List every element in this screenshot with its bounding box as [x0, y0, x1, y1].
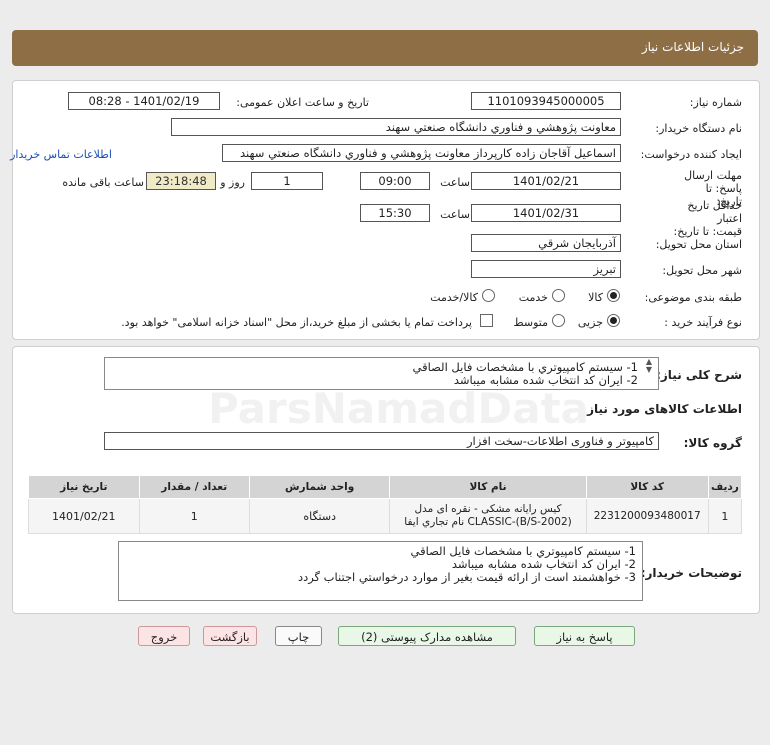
col-date: تاریخ نیاز: [28, 475, 140, 499]
price-validity-time[interactable]: 15:30: [360, 204, 430, 222]
page-header: جزئیات اطلاعات نیاز: [12, 30, 758, 66]
cell-row: 1: [707, 498, 743, 534]
reply-button[interactable]: پاسخ به نیاز: [534, 626, 635, 646]
summary-scroll-icon[interactable]: ▲ ▼: [646, 358, 652, 374]
buyer-notes-label: توضیحات خریدار:: [640, 566, 742, 580]
price-validity-date[interactable]: 1401/02/31: [471, 204, 621, 222]
col-row: ردیف: [707, 475, 743, 499]
response-days-field[interactable]: 1: [251, 172, 323, 190]
goods-table: ردیف کد کالا نام کالا واحد شمارش تعداد /…: [28, 475, 743, 534]
category-goods-radio[interactable]: [607, 289, 620, 302]
category-goods-service-label: کالا/خدمت: [430, 291, 478, 304]
table-row[interactable]: 1 2231200093480017 کيس رايانه مشکی - نقر…: [28, 498, 743, 534]
cell-qty: 1: [138, 498, 250, 534]
remaining-time-label: ساعت باقی مانده: [62, 176, 144, 189]
summary-label: شرح کلی نیاز:: [656, 368, 742, 382]
summary-textarea[interactable]: 1- سيستم کامپيوتري با مشخصات فايل الصاقي…: [104, 357, 659, 390]
need-number-field[interactable]: 1101093945000005: [471, 92, 621, 110]
process-medium-radio[interactable]: [552, 314, 565, 327]
category-goods-service-radio[interactable]: [482, 289, 495, 302]
buyer-org-label: نام دستگاه خریدار:: [655, 122, 742, 135]
buyer-note-line-3: 3- خواهشمند است از ارائه قيمت بغير از مو…: [297, 570, 636, 584]
col-name: نام کالا: [389, 475, 587, 499]
category-goods-label: کالا: [588, 291, 603, 304]
summary-line-2: 2- ايران کد انتخاب شده مشابه ميباشد: [453, 373, 638, 387]
goods-group-field[interactable]: کامپیوتر و فناوری اطلاعات-سخت افزار: [104, 432, 659, 450]
requester-field[interactable]: اسماعيل آقاجان زاده کارپرداز معاونت پژوه…: [222, 144, 621, 162]
cell-date: 1401/02/21: [28, 498, 140, 534]
delivery-province-label: استان محل تحویل:: [655, 238, 742, 251]
delivery-city-field[interactable]: تبريز: [471, 260, 621, 278]
col-code: کد کالا: [585, 475, 709, 499]
buyer-notes-textarea[interactable]: 1- سيستم کامپيوتري با مشخصات فايل الصاقي…: [118, 541, 643, 601]
exit-button[interactable]: خروج: [138, 626, 190, 646]
goods-group-label: گروه کالا:: [683, 436, 742, 450]
days-label: روز و: [220, 176, 245, 189]
response-deadline-time[interactable]: 09:00: [360, 172, 430, 190]
price-validity-label: حداقل تاریخ اعتبار قیمت: تا تاریخ:: [673, 199, 742, 238]
col-unit: واحد شمارش: [248, 475, 391, 499]
buyer-org-field[interactable]: معاونت پژوهشي و فناوري دانشگاه صنعتي سهن…: [171, 118, 621, 136]
process-minor-radio[interactable]: [607, 314, 620, 327]
announce-datetime-field[interactable]: 1401/02/19 - 08:28: [68, 92, 220, 110]
cell-unit: دستگاه: [248, 498, 391, 534]
price-validity-time-label: ساعت: [440, 208, 470, 221]
page-title: جزئیات اطلاعات نیاز: [641, 40, 744, 54]
contact-buyer-link[interactable]: اطلاعات تماس خریدار: [10, 148, 112, 161]
response-deadline-date[interactable]: 1401/02/21: [471, 172, 621, 190]
goods-info-title: اطلاعات کالاهای مورد نیاز: [587, 402, 742, 416]
attachments-button[interactable]: مشاهده مدارک پیوستی (2): [338, 626, 516, 646]
cell-name: کيس رايانه مشکی - نقره ای مدل CLASSIC-(B…: [389, 498, 587, 534]
category-label: طبقه بندی موضوعی:: [644, 291, 742, 304]
announce-datetime-label: تاریخ و ساعت اعلان عمومی:: [236, 96, 369, 109]
treasury-payment-checkbox[interactable]: [480, 314, 493, 327]
goods-table-header: ردیف کد کالا نام کالا واحد شمارش تعداد /…: [28, 475, 743, 499]
category-service-label: خدمت: [518, 291, 548, 304]
need-number-label: شماره نیاز:: [689, 96, 742, 109]
process-type-label: نوع فرآیند خرید :: [664, 316, 742, 329]
process-minor-label: جزیی: [577, 316, 603, 329]
delivery-city-label: شهر محل تحویل:: [662, 264, 742, 277]
cell-code: 2231200093480017: [585, 498, 709, 534]
print-button[interactable]: چاپ: [275, 626, 322, 646]
requester-label: ایجاد کننده درخواست:: [640, 148, 742, 161]
process-medium-label: متوسط: [513, 316, 548, 329]
remaining-time-field: 23:18:48: [146, 172, 216, 190]
treasury-payment-note: پرداخت تمام یا بخشی از مبلغ خرید،از محل …: [121, 316, 472, 329]
category-service-radio[interactable]: [552, 289, 565, 302]
col-qty: تعداد / مقدار: [138, 475, 250, 499]
delivery-province-field[interactable]: آذربايجان شرقي: [471, 234, 621, 252]
response-time-label: ساعت: [440, 176, 470, 189]
back-button[interactable]: بازگشت: [203, 626, 257, 646]
